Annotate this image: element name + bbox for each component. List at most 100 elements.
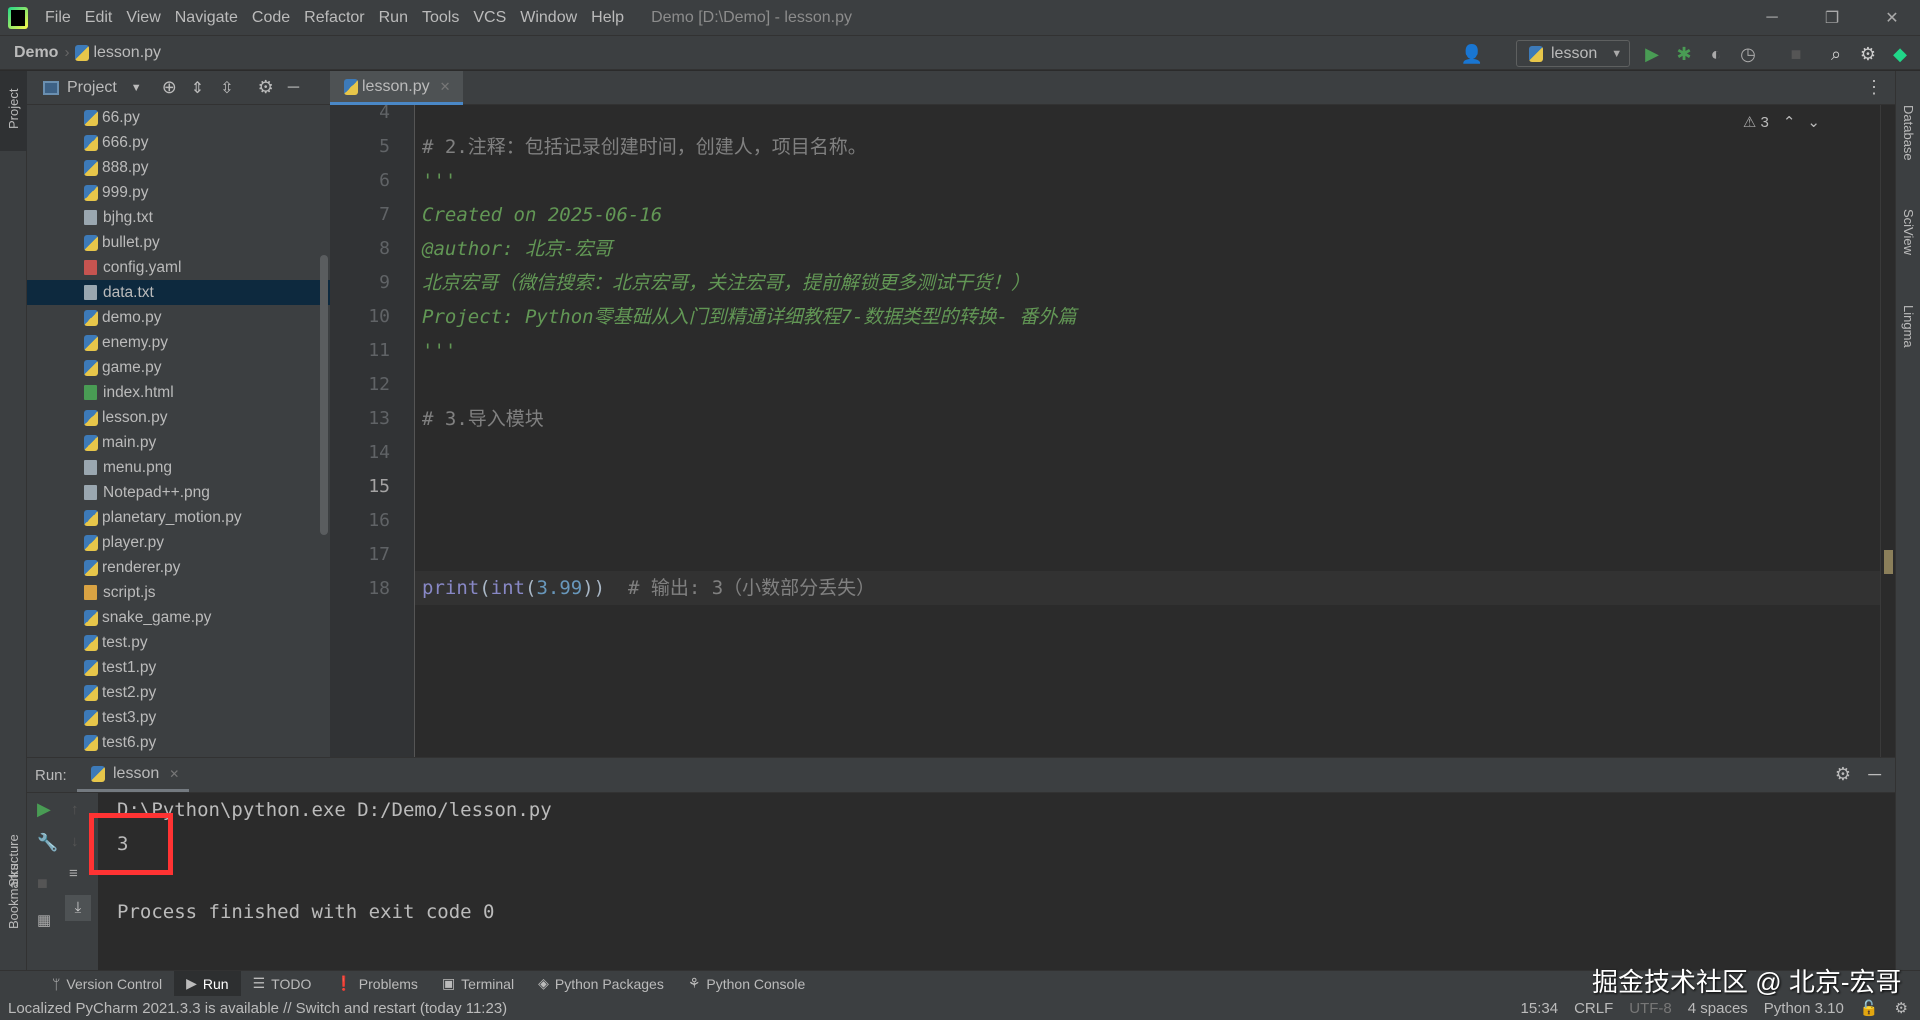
tab-terminal[interactable]: ▣ Terminal xyxy=(430,971,526,997)
breadcrumb-project[interactable]: Demo xyxy=(14,44,58,62)
more-options-icon[interactable]: ⋮ xyxy=(1865,77,1883,98)
layout-icon[interactable]: ▦ xyxy=(37,911,51,929)
up-arrow-icon[interactable]: ↑ xyxy=(71,801,79,818)
file-item[interactable]: 66.py xyxy=(27,105,330,130)
interpreter[interactable]: Python 3.10 xyxy=(1756,1000,1852,1017)
hide-icon[interactable]: ─ xyxy=(1868,764,1881,785)
file-item[interactable]: script.js xyxy=(27,580,330,605)
run-button[interactable]: ▶ xyxy=(1640,42,1664,66)
search-icon[interactable]: ⌕ xyxy=(1824,42,1848,66)
file-encoding[interactable]: UTF-8 xyxy=(1621,1000,1680,1017)
database-tool-button[interactable]: Database xyxy=(1901,105,1916,161)
menu-navigate[interactable]: Navigate xyxy=(168,9,245,27)
chevron-down-icon[interactable]: ▼ xyxy=(131,82,142,94)
status-message[interactable]: Localized PyCharm 2021.3.3 is available … xyxy=(0,1000,515,1017)
tab-python-console[interactable]: ⚘ Python Console xyxy=(676,971,817,997)
file-item[interactable]: game.py xyxy=(27,355,330,380)
tab-lesson-py[interactable]: lesson.py ✕ xyxy=(330,71,463,105)
file-item[interactable]: test.py xyxy=(27,630,330,655)
menu-vcs[interactable]: VCS xyxy=(466,9,513,27)
file-item[interactable]: 999.py xyxy=(27,180,330,205)
file-item[interactable]: data.txt xyxy=(27,280,330,305)
menu-edit[interactable]: Edit xyxy=(78,9,120,27)
minimize-button[interactable]: ─ xyxy=(1744,0,1800,36)
menu-run[interactable]: Run xyxy=(372,9,415,27)
lingma-tool-button[interactable]: Lingma xyxy=(1901,305,1916,348)
hide-icon[interactable]: ─ xyxy=(288,79,299,97)
wrench-icon[interactable]: 🔧 xyxy=(37,833,58,853)
profile-icon[interactable]: ◷ xyxy=(1736,42,1760,66)
file-item[interactable]: Notepad++.png xyxy=(27,480,330,505)
menu-file[interactable]: File xyxy=(38,9,78,27)
menu-tools[interactable]: Tools xyxy=(415,9,466,27)
editor-scrollbar[interactable] xyxy=(1880,105,1895,757)
vcs-user-icon[interactable]: 👤 xyxy=(1460,42,1484,66)
file-item[interactable]: main.py xyxy=(27,430,330,455)
file-item[interactable]: player.py xyxy=(27,530,330,555)
breadcrumb-file[interactable]: lesson.py xyxy=(93,44,161,62)
stop-icon[interactable]: ■ xyxy=(37,873,48,894)
bookmarks-tool-button[interactable]: Bookmarks xyxy=(6,864,21,929)
expand-all-icon[interactable]: ⇕ xyxy=(191,78,204,98)
locate-icon[interactable]: ⊕ xyxy=(162,77,177,98)
line-separator[interactable]: CRLF xyxy=(1566,1000,1621,1017)
run-tab-lesson[interactable]: lesson ✕ xyxy=(77,758,189,792)
soft-wrap-icon[interactable]: ≡ xyxy=(69,865,78,882)
file-item[interactable]: renderer.py xyxy=(27,555,330,580)
run-config-select[interactable]: lesson ▼ xyxy=(1516,40,1630,67)
file-item[interactable]: demo.py xyxy=(27,305,330,330)
down-arrow-icon[interactable]: ↓ xyxy=(71,833,79,850)
menu-help[interactable]: Help xyxy=(584,9,631,27)
file-item[interactable]: test2.py xyxy=(27,680,330,705)
close-window-button[interactable]: ✕ xyxy=(1864,0,1920,36)
close-tab-icon[interactable]: ✕ xyxy=(169,767,179,781)
run-console[interactable]: D:\Python\python.exe D:/Demo/lesson.py 3… xyxy=(89,793,1895,970)
project-tool-button[interactable]: Project xyxy=(6,89,21,129)
file-item[interactable]: lesson.py xyxy=(27,405,330,430)
file-item[interactable]: 666.py xyxy=(27,130,330,155)
toolbox-icon[interactable]: ◆ xyxy=(1888,42,1912,66)
gear-icon[interactable]: ⚙ xyxy=(1856,42,1880,66)
file-item[interactable]: bullet.py xyxy=(27,230,330,255)
project-view-select[interactable]: Project xyxy=(67,79,117,97)
collapse-all-icon[interactable]: ⇳ xyxy=(220,78,233,98)
sciview-tool-button[interactable]: SciView xyxy=(1901,209,1916,255)
file-item[interactable]: index.html xyxy=(27,380,330,405)
coverage-icon[interactable]: ◐ xyxy=(1704,42,1728,66)
file-item[interactable]: config.yaml xyxy=(27,255,330,280)
tab-run[interactable]: ▶ Run xyxy=(174,970,241,997)
lock-icon[interactable]: 🔓 xyxy=(1852,999,1887,1017)
file-item[interactable]: enemy.py xyxy=(27,330,330,355)
menu-window[interactable]: Window xyxy=(513,9,584,27)
indent-setting[interactable]: 4 spaces xyxy=(1680,1000,1756,1017)
warnings-indicator[interactable]: ⚠ 3 ⌃ ⌄ xyxy=(1743,113,1820,131)
rerun-icon[interactable]: ▶ xyxy=(37,799,51,820)
gear-icon[interactable]: ⚙ xyxy=(258,77,274,98)
project-scrollbar[interactable] xyxy=(320,255,328,535)
cursor-position[interactable]: 15:34 xyxy=(1513,1000,1567,1017)
gear-icon[interactable]: ⚙ xyxy=(1835,764,1851,785)
close-tab-icon[interactable]: ✕ xyxy=(440,79,451,95)
file-item[interactable]: bjhg.txt xyxy=(27,205,330,230)
py-file-icon xyxy=(84,409,98,426)
code-editor[interactable]: ⚠ 3 ⌃ ⌄ # 2.注释：包括记录创建时间，创建人，项目名称。 ''' Crea… xyxy=(415,105,1880,757)
tab-version-control[interactable]: ᛘ Version Control xyxy=(40,971,174,997)
inspector-icon[interactable]: ⚙ xyxy=(1887,999,1916,1017)
file-item[interactable]: test6.py xyxy=(27,730,330,755)
file-item[interactable]: test1.py xyxy=(27,655,330,680)
tab-python-packages[interactable]: ◈ Python Packages xyxy=(526,971,676,997)
scroll-to-end-icon[interactable]: ⤓ xyxy=(65,895,91,921)
file-item[interactable]: test3.py xyxy=(27,705,330,730)
file-item[interactable]: snake_game.py xyxy=(27,605,330,630)
menu-view[interactable]: View xyxy=(119,9,167,27)
debug-bug-icon[interactable]: ✱ xyxy=(1672,42,1696,66)
file-item[interactable]: planetary_motion.py xyxy=(27,505,330,530)
tab-todo[interactable]: ☰ TODO xyxy=(241,971,324,997)
restore-button[interactable]: ❐ xyxy=(1804,0,1860,36)
tab-problems[interactable]: ❗ Problems xyxy=(323,971,430,997)
file-item[interactable]: 888.py xyxy=(27,155,330,180)
stop-icon[interactable]: ■ xyxy=(1784,42,1808,66)
menu-refactor[interactable]: Refactor xyxy=(297,9,371,27)
menu-code[interactable]: Code xyxy=(245,9,297,27)
file-item[interactable]: menu.png xyxy=(27,455,330,480)
